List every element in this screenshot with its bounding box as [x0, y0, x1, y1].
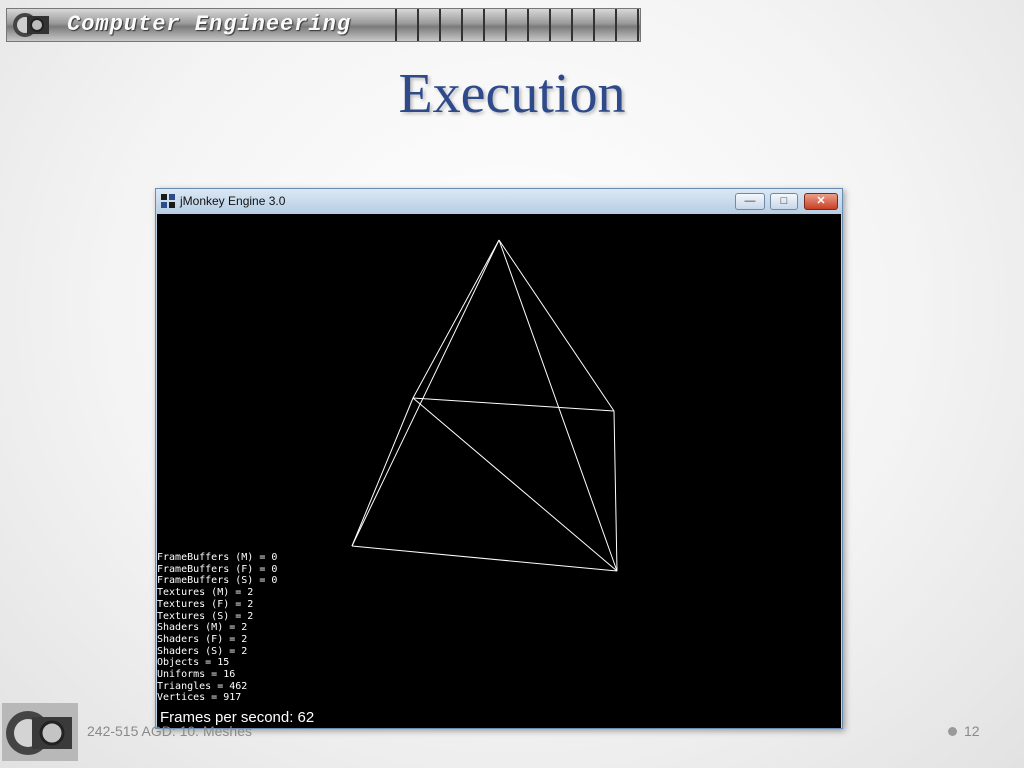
window-title: jMonkey Engine 3.0 [180, 194, 286, 208]
page-number: 12 [964, 723, 980, 739]
stat-line: Textures (M) = 2 [157, 587, 254, 599]
gear-logo-icon [13, 13, 49, 37]
pyramid-edge [351, 397, 414, 547]
pyramid-edge [412, 239, 500, 399]
maximize-button[interactable]: □ [770, 193, 798, 210]
close-button[interactable]: ✕ [804, 193, 838, 210]
pyramid-edge [613, 410, 618, 572]
pyramid-edge [412, 397, 615, 412]
stat-line: Uniforms = 16 [157, 669, 236, 681]
app-window: jMonkey Engine 3.0 — □ ✕ FrameBuffers (M… [155, 188, 843, 729]
pyramid-edge [498, 239, 615, 412]
stat-line: FrameBuffers (S) = 0 [157, 575, 278, 587]
banner-title: Computer Engineering [67, 12, 352, 37]
stat-line: Shaders (S) = 2 [157, 645, 248, 657]
footer-bullet [948, 727, 957, 736]
window-titlebar[interactable]: jMonkey Engine 3.0 — □ ✕ [156, 189, 842, 214]
stat-line: Textures (S) = 2 [157, 610, 254, 622]
stat-line: Textures (F) = 2 [157, 598, 254, 610]
stat-line: Vertices = 917 [157, 692, 242, 704]
stat-line: Objects = 15 [157, 657, 230, 669]
render-viewport[interactable]: FrameBuffers (M) = 0 FrameBuffers (F) = … [157, 214, 841, 728]
render-stats: FrameBuffers (M) = 0 FrameBuffers (F) = … [157, 552, 277, 704]
stat-line: FrameBuffers (M) = 0 [157, 552, 278, 563]
stat-line: FrameBuffers (F) = 0 [157, 563, 278, 575]
pyramid-edge [351, 545, 618, 572]
header-banner: Computer Engineering [6, 8, 641, 42]
slide-title: Execution [398, 63, 626, 125]
minimize-button[interactable]: — [735, 193, 765, 210]
banner-bars [395, 9, 639, 41]
gear-logo-icon [2, 703, 78, 761]
footer-text: 242-515 AGD: 10. Meshes [87, 723, 252, 739]
pyramid-edge [351, 239, 500, 547]
stat-line: Shaders (F) = 2 [157, 633, 248, 645]
jmonkey-app-icon [161, 194, 175, 208]
stat-line: Triangles = 462 [157, 680, 248, 692]
stat-line: Shaders (M) = 2 [157, 622, 248, 634]
